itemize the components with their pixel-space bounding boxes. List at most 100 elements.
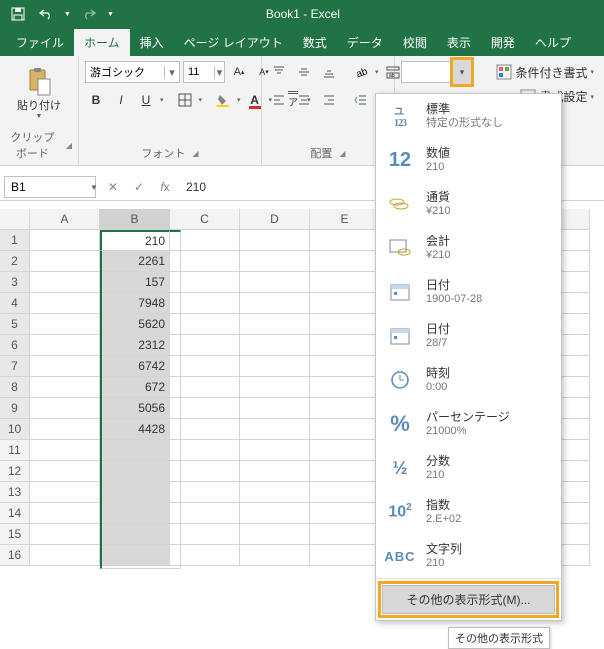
cell[interactable]: 5056: [100, 398, 170, 419]
cell[interactable]: [170, 377, 240, 398]
col-header[interactable]: B: [100, 209, 170, 230]
cell[interactable]: [30, 545, 100, 566]
cell[interactable]: [240, 461, 310, 482]
align-right-icon[interactable]: [318, 88, 340, 112]
number-format-option[interactable]: 時刻0:00: [376, 358, 561, 402]
number-format-option[interactable]: 12数値210: [376, 138, 561, 182]
conditional-format-button[interactable]: 条件付き書式▾: [492, 64, 598, 81]
cell[interactable]: [310, 482, 380, 503]
row-header[interactable]: 14: [0, 503, 30, 524]
cell[interactable]: [240, 398, 310, 419]
number-format-option[interactable]: 102指数2.E+02: [376, 490, 561, 534]
align-top-icon[interactable]: [268, 60, 290, 84]
chevron-down-icon[interactable]: ▾: [375, 68, 379, 76]
cell[interactable]: 4428: [100, 419, 170, 440]
cell[interactable]: [240, 293, 310, 314]
cell[interactable]: 5620: [100, 314, 170, 335]
align-middle-icon[interactable]: [293, 60, 315, 84]
cell[interactable]: [170, 356, 240, 377]
col-header[interactable]: E: [310, 209, 380, 230]
col-header[interactable]: D: [240, 209, 310, 230]
number-format-combo[interactable]: [401, 61, 453, 83]
row-header[interactable]: 5: [0, 314, 30, 335]
tab-insert[interactable]: 挿入: [130, 29, 174, 56]
row-header[interactable]: 7: [0, 356, 30, 377]
cell[interactable]: [30, 524, 100, 545]
cell[interactable]: [170, 440, 240, 461]
cell[interactable]: [30, 398, 100, 419]
cell[interactable]: [30, 356, 100, 377]
align-launcher-icon[interactable]: ◢: [339, 149, 345, 158]
align-center-icon[interactable]: [293, 88, 315, 112]
number-format-option[interactable]: 会計¥210: [376, 226, 561, 270]
cell[interactable]: [170, 314, 240, 335]
cell[interactable]: [30, 230, 100, 251]
tab-view[interactable]: 表示: [437, 29, 481, 56]
cell[interactable]: [310, 272, 380, 293]
cell[interactable]: [170, 524, 240, 545]
bold-button[interactable]: B: [85, 88, 107, 112]
cell[interactable]: [240, 335, 310, 356]
cell[interactable]: [310, 356, 380, 377]
italic-button[interactable]: I: [110, 88, 132, 112]
cell[interactable]: [310, 377, 380, 398]
row-header[interactable]: 6: [0, 335, 30, 356]
cancel-formula-icon[interactable]: ✕: [100, 180, 126, 194]
cell[interactable]: [240, 356, 310, 377]
cell[interactable]: 2312: [100, 335, 170, 356]
cell[interactable]: [100, 545, 170, 566]
tab-review[interactable]: 校閲: [393, 29, 437, 56]
cell[interactable]: 672: [100, 377, 170, 398]
font-size-combo[interactable]: ▾: [183, 61, 225, 83]
row-header[interactable]: 4: [0, 293, 30, 314]
number-format-option[interactable]: 日付28/7: [376, 314, 561, 358]
number-format-dropdown-button[interactable]: ▾: [453, 60, 471, 84]
decrease-indent-icon[interactable]: [350, 88, 372, 112]
cell[interactable]: [30, 272, 100, 293]
cell[interactable]: 7948: [100, 293, 170, 314]
chevron-down-icon[interactable]: ▾: [199, 96, 203, 104]
select-all-corner[interactable]: [0, 209, 30, 230]
number-format-option[interactable]: ABC文字列210: [376, 534, 561, 578]
enter-formula-icon[interactable]: ✓: [126, 180, 152, 194]
row-header[interactable]: 1: [0, 230, 30, 251]
qat-customize-icon[interactable]: ▼: [107, 11, 114, 18]
paste-button[interactable]: 貼り付け ▼: [16, 60, 62, 126]
row-header[interactable]: 15: [0, 524, 30, 545]
tab-pagelayout[interactable]: ページ レイアウト: [174, 29, 293, 56]
border-button[interactable]: [174, 88, 196, 112]
cell[interactable]: [310, 545, 380, 566]
cell[interactable]: [170, 293, 240, 314]
font-launcher-icon[interactable]: ◢: [192, 149, 198, 158]
cell[interactable]: [240, 377, 310, 398]
cell[interactable]: 157: [100, 272, 170, 293]
row-header[interactable]: 9: [0, 398, 30, 419]
cell[interactable]: [240, 314, 310, 335]
cell[interactable]: [310, 419, 380, 440]
save-icon[interactable]: [8, 4, 28, 24]
cell[interactable]: [310, 524, 380, 545]
cell[interactable]: [170, 272, 240, 293]
underline-button[interactable]: U: [135, 88, 157, 112]
font-name-combo[interactable]: ▾: [85, 61, 180, 83]
cell[interactable]: [30, 503, 100, 524]
cell[interactable]: [100, 503, 170, 524]
row-header[interactable]: 13: [0, 482, 30, 503]
cell[interactable]: [310, 335, 380, 356]
cell[interactable]: [310, 398, 380, 419]
cell[interactable]: [170, 335, 240, 356]
cell[interactable]: [170, 419, 240, 440]
cell[interactable]: [30, 482, 100, 503]
cell[interactable]: [170, 251, 240, 272]
name-box[interactable]: ▼: [4, 176, 96, 198]
align-left-icon[interactable]: [268, 88, 290, 112]
cell[interactable]: [170, 230, 240, 251]
cell[interactable]: [30, 251, 100, 272]
cell[interactable]: [100, 461, 170, 482]
cell[interactable]: [240, 440, 310, 461]
cell[interactable]: [240, 524, 310, 545]
cell[interactable]: [170, 461, 240, 482]
clipboard-launcher-icon[interactable]: ◢: [66, 141, 72, 150]
row-header[interactable]: 11: [0, 440, 30, 461]
cell[interactable]: 6742: [100, 356, 170, 377]
